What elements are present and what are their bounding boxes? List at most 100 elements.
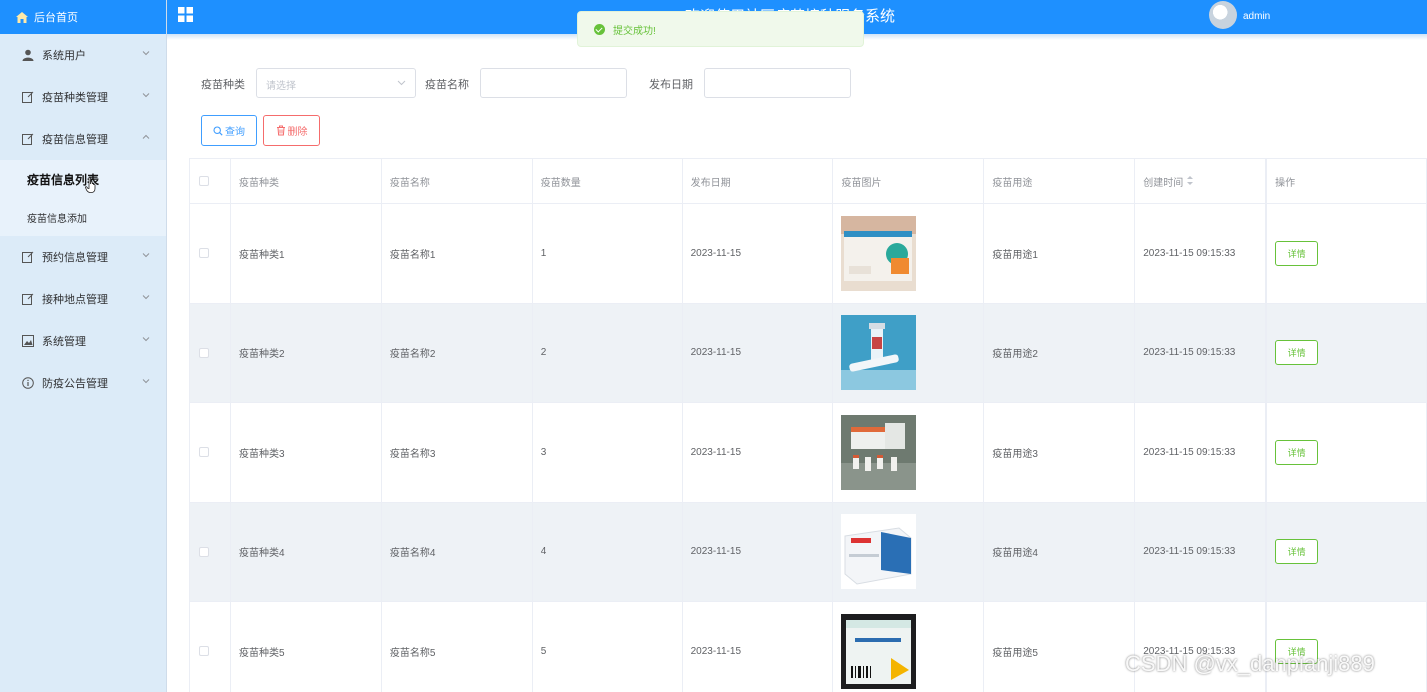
cell-use: 疫苗用途1 (984, 204, 1136, 303)
sort-icon[interactable] (1187, 176, 1194, 186)
column-header: 疫苗图片 (833, 159, 985, 203)
success-toast: 提交成功! (577, 11, 864, 47)
row-checkbox[interactable] (199, 546, 209, 557)
detail-button[interactable]: 详情 (1275, 240, 1319, 266)
cell-name: 疫苗名称4 (382, 502, 533, 601)
cell-name: 疫苗名称1 (382, 204, 533, 303)
cell-action: 详情 (1266, 502, 1427, 601)
chevron-down-icon (142, 93, 150, 98)
cell-created: 2023-11-15 09:15:33 (1135, 602, 1267, 692)
row-select-cell (190, 602, 231, 692)
sidebar-item-vaccine-types[interactable]: 疫苗种类管理 (0, 76, 166, 118)
delete-button[interactable]: 删除 (263, 115, 320, 146)
watermark: CSDN @vx_danpianji889 (1125, 651, 1375, 676)
search-icon (213, 125, 223, 136)
table-row: 疫苗种类2 疫苗名称2 2 2023-11-15 疫苗用途2 2023-11-1… (190, 303, 1427, 403)
select-all-checkbox[interactable] (199, 176, 209, 186)
toast-message: 提交成功! (613, 25, 656, 37)
chevron-down-icon (142, 253, 150, 258)
cell-use: 疫苗用途2 (984, 303, 1136, 402)
column-header: 疫苗名称 (382, 159, 533, 203)
vaccine-image[interactable] (841, 215, 917, 291)
sidebar-item-label: 系统管理 (42, 336, 86, 348)
cell-date: 2023-11-15 (683, 602, 834, 692)
sidebar-subitem-vaccine-add[interactable]: 疫苗信息添加 (0, 198, 166, 236)
vaccine-type-label: 疫苗种类 (201, 79, 245, 91)
vaccine-image[interactable] (841, 414, 917, 490)
row-select-cell (190, 502, 231, 601)
sidebar-item-locations[interactable]: 接种地点管理 (0, 278, 166, 320)
chevron-down-icon (142, 379, 150, 384)
row-checkbox[interactable] (199, 447, 209, 458)
cell-action: 详情 (1266, 303, 1427, 402)
cell-type: 疫苗种类2 (231, 303, 382, 402)
cell-name: 疫苗名称5 (382, 602, 533, 692)
delete-button-label: 删除 (287, 127, 308, 138)
vaccine-name-input[interactable] (480, 68, 627, 98)
sidebar-home[interactable]: 后台首页 (0, 0, 166, 34)
cell-date: 2023-11-15 (683, 502, 834, 601)
edit-icon (22, 251, 34, 263)
sidebar-item-announcements[interactable]: 防疫公告管理 (0, 362, 166, 404)
username[interactable]: admin (1243, 11, 1270, 22)
sidebar-item-users[interactable]: 系统用户 (0, 34, 166, 76)
cell-use: 疫苗用途5 (984, 602, 1136, 692)
table-row: 疫苗种类4 疫苗名称4 4 2023-11-15 疫苗用途4 2023-11-1… (190, 502, 1427, 602)
avatar[interactable] (1209, 1, 1237, 29)
cell-date: 2023-11-15 (683, 204, 834, 303)
publish-date-label: 发布日期 (649, 79, 693, 91)
cell-image (833, 403, 985, 502)
cell-type: 疫苗种类5 (231, 602, 382, 692)
column-header: 发布日期 (683, 159, 834, 203)
column-header: 疫苗数量 (533, 159, 683, 203)
table-row: 疫苗种类1 疫苗名称1 1 2023-11-15 疫苗用途1 2023-11-1… (190, 204, 1427, 304)
vaccine-name-label: 疫苗名称 (425, 79, 469, 91)
row-checkbox[interactable] (199, 646, 209, 657)
sidebar-home-label: 后台首页 (34, 12, 78, 24)
cell-use: 疫苗用途3 (984, 403, 1136, 502)
cell-created: 2023-11-15 09:15:33 (1135, 502, 1267, 601)
sidebar-item-system[interactable]: 系统管理 (0, 320, 166, 362)
grid-menu-icon[interactable] (178, 7, 193, 22)
select-all-cell (190, 159, 231, 203)
cell-qty: 2 (533, 303, 683, 402)
sidebar-subitem-label: 疫苗信息添加 (27, 213, 87, 225)
chevron-down-icon (142, 337, 150, 342)
sidebar-item-label: 防疫公告管理 (42, 378, 108, 390)
detail-button[interactable]: 详情 (1275, 439, 1319, 465)
detail-button[interactable]: 详情 (1275, 539, 1319, 565)
cell-image (833, 602, 985, 692)
cell-name: 疫苗名称2 (382, 303, 533, 402)
cell-type: 疫苗种类3 (231, 403, 382, 502)
sidebar-item-vaccine-info[interactable]: 疫苗信息管理 (0, 118, 166, 160)
sidebar-item-label: 疫苗种类管理 (42, 92, 108, 104)
sidebar-item-appointments[interactable]: 预约信息管理 (0, 236, 166, 278)
query-button-label: 查询 (225, 127, 245, 138)
cell-date: 2023-11-15 (683, 303, 834, 402)
sidebar-subitem-vaccine-list[interactable]: 疫苗信息列表 (0, 160, 166, 198)
vaccine-type-select[interactable]: 请选择 (256, 68, 416, 98)
user-icon (22, 49, 34, 61)
edit-icon (22, 293, 34, 305)
cell-date: 2023-11-15 (683, 403, 834, 502)
query-button[interactable]: 查询 (201, 115, 257, 146)
column-header: 疫苗种类 (231, 159, 382, 203)
chevron-down-icon (142, 51, 150, 56)
cell-created: 2023-11-15 09:15:33 (1135, 204, 1267, 303)
row-checkbox[interactable] (199, 248, 209, 259)
row-checkbox[interactable] (199, 347, 209, 358)
edit-icon (22, 91, 34, 103)
cell-use: 疫苗用途4 (984, 502, 1136, 601)
sidebar-item-label: 疫苗信息管理 (42, 134, 108, 146)
vaccine-image[interactable] (841, 315, 917, 391)
vaccine-image[interactable] (841, 613, 917, 689)
publish-date-input[interactable] (704, 68, 851, 98)
hand-cursor-icon (85, 177, 96, 193)
sidebar-item-label: 接种地点管理 (42, 294, 108, 306)
vaccine-image[interactable] (841, 514, 917, 590)
column-header-sortable[interactable]: 创建时间 (1135, 159, 1267, 203)
sidebar-item-label: 预约信息管理 (42, 252, 108, 264)
picture-icon (22, 335, 34, 347)
cell-created: 2023-11-15 09:15:33 (1135, 403, 1267, 502)
detail-button[interactable]: 详情 (1275, 340, 1319, 366)
